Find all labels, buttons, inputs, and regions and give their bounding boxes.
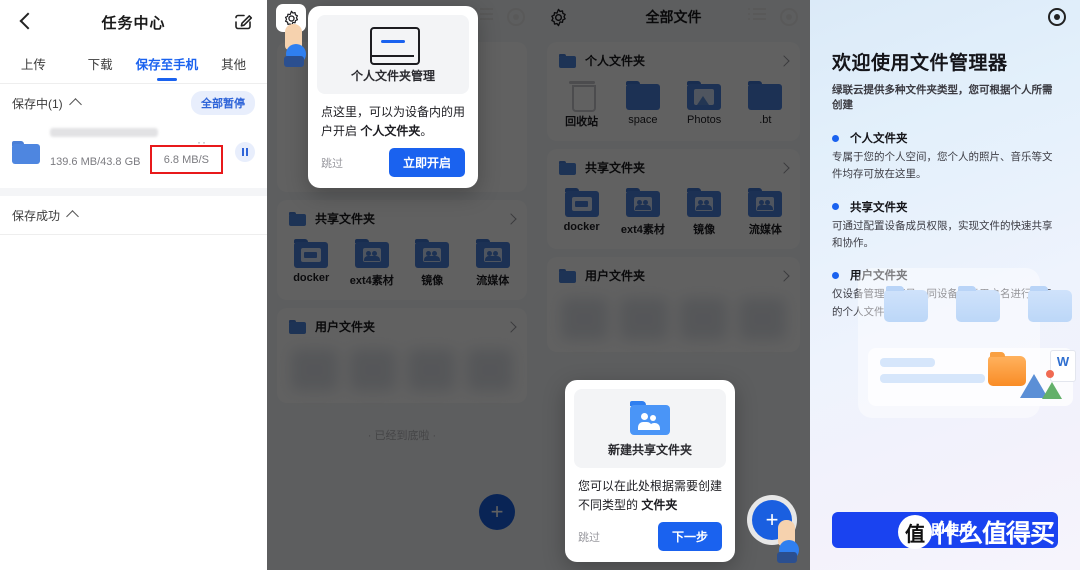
tip-illustration: 个人文件夹管理: [317, 15, 469, 94]
next-step-button[interactable]: 下一步: [657, 522, 722, 552]
welcome-subtitle: 绿联云提供多种文件夹类型，您可根据个人所需创建: [832, 84, 1053, 111]
tip-popup-shared-folder: 新建共享文件夹 您可以在此处根据需要创建不同类型的 文件夹 跳过 下一步: [565, 380, 735, 563]
feature-title: 共享文件夹: [850, 201, 908, 214]
all-files-panel: 全部文件 个人文件夹 回收站 space Photos: [537, 0, 810, 570]
tap-finger-cursor: [774, 518, 804, 563]
edit-icon[interactable]: [233, 12, 253, 32]
feature-description: 可通过配置设备成员权限，实现文件的快速共享和协作。: [832, 219, 1053, 249]
folder-icon: [956, 286, 1000, 322]
task-speed-value: 6.8 MB/S: [163, 154, 209, 166]
tap-finger-cursor: [281, 22, 311, 67]
shared-folder-icon: [630, 401, 670, 435]
task-row[interactable]: 139.6 MB/43.8 GB ·· 6.8 MB/S: [0, 122, 267, 188]
task-name-redacted: [50, 128, 158, 137]
illustration-card: W: [868, 348, 1076, 406]
task-center-header: 任务中心: [0, 0, 267, 44]
section-divider: [0, 188, 267, 196]
tip-body: 您可以在此处根据需要创建不同类型的 文件夹: [574, 468, 726, 516]
folder-icon: [884, 286, 928, 322]
section-header-saving: 保存中(1) 全部暂停: [0, 84, 267, 122]
list-item: 个人文件夹 专属于您的个人空间，您个人的照片、音乐等文件均存可放在这里。: [832, 130, 1058, 184]
section-label-saving: 保存中(1): [12, 96, 63, 111]
tip-illustration-label: 新建共享文件夹: [607, 443, 692, 457]
tip-body-suffix: 。: [420, 123, 433, 138]
pause-icon[interactable]: [235, 142, 255, 162]
chevron-up-icon[interactable]: [66, 210, 79, 223]
tip-illustration: 新建共享文件夹: [574, 389, 726, 468]
welcome-panel: 欢迎使用文件管理器 绿联云提供多种文件夹类型，您可根据个人所需创建 个人文件夹 …: [810, 0, 1080, 570]
skip-button[interactable]: 跳过: [578, 529, 600, 545]
welcome-illustration: W: [858, 268, 1076, 418]
tip-body-bold: 个人文件夹: [360, 123, 421, 138]
tip-actions: 跳过 下一步: [574, 516, 726, 553]
page-title: 任务中心: [101, 14, 166, 32]
feature-header: 个人文件夹: [832, 130, 1058, 146]
welcome-title: 欢迎使用文件管理器: [832, 53, 1008, 74]
folder-icon: [12, 140, 40, 164]
task-meta: 139.6 MB/43.8 GB ·· 6.8 MB/S: [50, 128, 223, 176]
tip-actions: 跳过 立即开启: [317, 142, 469, 179]
tip-popup-personal-folder: 个人文件夹管理 点这里，可以为设备内的用户开启 个人文件夹。 跳过 立即开启: [308, 6, 478, 189]
task-center-tabs: 上传 下载 保存至手机 其他: [0, 44, 267, 84]
tab-upload[interactable]: 上传: [0, 54, 67, 73]
feature-description: 专属于您的个人空间，您个人的照片、音乐等文件均存可放在这里。: [832, 151, 1053, 181]
enable-now-button[interactable]: 立即开启: [388, 148, 465, 178]
task-size-progress: 139.6 MB/43.8 GB: [50, 155, 141, 168]
section-header-success: 保存成功: [0, 196, 267, 234]
folder-icon: [1028, 286, 1072, 322]
bullet-dot-icon: [832, 271, 839, 279]
sun-dot-icon: [1046, 370, 1054, 378]
welcome-header: [810, 0, 1080, 34]
divider: [0, 234, 267, 235]
tip-body: 点这里，可以为设备内的用户开启 个人文件夹。: [317, 94, 469, 142]
word-doc-icon: W: [1050, 350, 1076, 382]
tip-body-bold: 文件夹: [641, 497, 678, 512]
record-icon[interactable]: [1048, 8, 1066, 26]
task-stats: 139.6 MB/43.8 GB ·· 6.8 MB/S: [50, 135, 223, 176]
bullet-dot-icon: [832, 134, 839, 142]
personal-folder-outline-icon: [370, 27, 420, 65]
feature-header: 共享文件夹: [832, 199, 1058, 215]
feature-title: 个人文件夹: [850, 133, 908, 145]
tab-save-to-phone[interactable]: 保存至手机: [134, 54, 201, 73]
bullet-dot-icon: [832, 203, 839, 211]
start-using-button[interactable]: 立即使用: [832, 512, 1058, 548]
placeholder-bar: [880, 358, 935, 367]
chevron-up-icon[interactable]: [68, 98, 82, 111]
task-center-panel: 任务中心 上传 下载 保存至手机 其他 保存中(1) 全部暂停 139.6 MB…: [0, 0, 267, 570]
task-more-dots[interactable]: ··: [197, 135, 207, 149]
skip-button[interactable]: 跳过: [321, 155, 343, 171]
placeholder-bar: [880, 374, 985, 383]
tip-illustration-label: 个人文件夹管理: [350, 69, 435, 83]
folder-icons-row: [884, 286, 1072, 322]
files-panel-dimmed: 共享文件夹 docker ext4素材 镜像 流媒体 用户: [267, 0, 537, 570]
section-label-success: 保存成功: [12, 208, 61, 223]
pause-all-button[interactable]: 全部暂停: [191, 91, 255, 115]
mountain-icon: [1042, 382, 1062, 399]
tab-other[interactable]: 其他: [200, 54, 267, 73]
task-speed-highlight: ·· 6.8 MB/S: [149, 135, 223, 174]
tab-download[interactable]: 下载: [67, 54, 134, 73]
list-item: 共享文件夹 可通过配置设备成员权限，实现文件的快速共享和协作。: [832, 199, 1058, 253]
